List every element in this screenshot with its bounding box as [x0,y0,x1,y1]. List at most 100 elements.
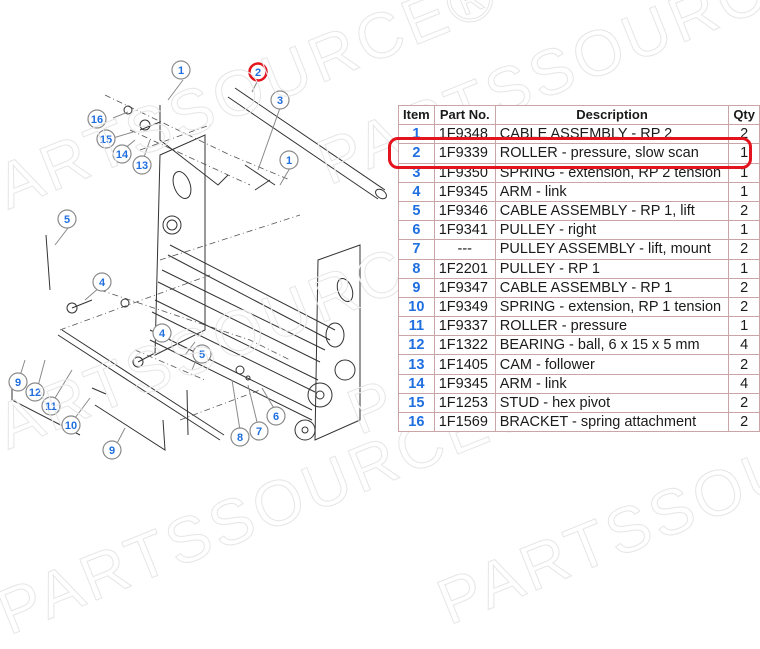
cell-description: ROLLER - pressure [494,316,730,337]
svg-text:14: 14 [116,149,129,161]
cell-description: SPRING - extension, RP 1 tension [494,296,730,318]
cell-part-no: 1F1405 [433,354,496,375]
table-row: 15 1F1253 STUD - hex pivot 2 [398,392,760,414]
cell-description: ARM - link [494,181,730,202]
cell-description: PULLEY - right [494,220,730,241]
cell-part-no: 1F2201 [433,258,496,279]
exploded-parts-diagram: 1 2 3 1 16 15 14 13 5 4 4 5 9 12 11 10 9… [8,60,387,460]
cell-description: BRACKET - spring attachment [494,411,730,433]
cell-item: 11 [398,316,435,337]
header-qty: Qty [728,104,760,126]
svg-text:13: 13 [136,160,148,172]
cell-part-no: 1F1322 [433,335,496,356]
cell-item: 6 [398,220,435,241]
callout-14: 14 [112,144,132,164]
callout-13: 13 [132,155,152,175]
table-header-row: Item Part No. Description Qty [398,104,760,126]
svg-text:1: 1 [286,155,292,167]
cell-item: 4 [398,181,435,202]
svg-text:11: 11 [45,401,57,413]
header-description: Description [494,104,730,126]
cell-item: 16 [398,411,435,433]
table-row: 6 1F9341 PULLEY - right 1 [398,220,760,241]
cell-part-no: 1F9346 [433,200,496,222]
cell-qty: 2 [728,200,760,222]
cell-description: CAM - follower [494,354,730,375]
callout-3: 3 [270,90,290,110]
roller-rails [149,244,336,421]
table-row: 16 1F1569 BRACKET - spring attachment 2 [398,411,760,433]
cell-part-no: 1F9345 [433,181,496,202]
roller-slow-scan [227,87,386,200]
table-row: 9 1F9347 CABLE ASSEMBLY - RP 12 [398,277,760,298]
cell-qty: 4 [728,335,760,356]
svg-text:16: 16 [91,114,103,126]
cell-description: CABLE ASSEMBLY - RP 1, lift [494,200,730,222]
callout-15: 15 [96,129,116,149]
header-item: Item [398,104,435,126]
cell-description: ARM - link [494,373,730,394]
callout-5: 5 [192,344,212,364]
cell-description: STUD - hex pivot [494,392,730,414]
callout-5: 5 [57,209,77,229]
cell-qty: 1 [728,181,760,202]
callout-2-highlighted: 2 [248,62,268,82]
cell-part-no: 1F9349 [433,296,496,318]
table-row: 12 1F1322 BEARING - ball, 6 x 15 x 5 mm 4 [398,335,760,356]
highlight-box-item-2 [388,137,752,169]
cell-part-no: 1F1253 [433,392,496,414]
svg-text:3: 3 [277,95,283,107]
cell-item: 9 [398,277,435,298]
callout-11: 11 [41,396,61,416]
cell-item: 8 [398,258,435,279]
svg-text:2: 2 [255,67,261,79]
cell-qty: 4 [728,373,760,394]
header-part-no: Part No. [433,104,496,126]
svg-text:6: 6 [273,411,279,423]
cell-item: 15 [398,392,435,414]
table-row: 14 1F9345 ARM - link 4 [398,373,760,394]
cell-qty: 2 [728,354,760,375]
table-row: 11 1F9337 ROLLER - pressure 1 [398,316,760,337]
cell-qty: 2 [728,392,760,414]
callout-1: 1 [279,150,299,170]
svg-text:4: 4 [159,328,166,340]
cell-qty: 2 [728,239,760,260]
cell-item: 7 [398,239,435,260]
cell-qty: 1 [728,220,760,241]
callout-16: 16 [87,109,107,129]
frame-right-plate [314,244,361,441]
cell-qty: 2 [728,411,760,433]
cell-description: CABLE ASSEMBLY - RP 1 [494,277,730,298]
cell-qty: 2 [728,296,760,318]
cell-part-no: 1F1569 [433,411,496,433]
frame-left-plate [154,134,206,356]
callout-1: 1 [171,60,191,80]
table-row: 7 --- PULLEY ASSEMBLY - lift, mount 2 [398,239,760,260]
callout-9: 9 [102,440,122,460]
callout-8: 8 [230,427,250,447]
cell-description: BEARING - ball, 6 x 15 x 5 mm [494,335,730,356]
table-row: 4 1F9345 ARM - link 1 [398,181,760,202]
callout-4: 4 [92,272,112,292]
svg-text:5: 5 [199,349,205,361]
svg-text:8: 8 [237,432,243,444]
cell-qty: 1 [728,258,760,279]
cell-qty: 1 [728,316,760,337]
cell-item: 12 [398,335,435,356]
svg-text:9: 9 [109,445,115,457]
cell-part-no: 1F9345 [433,373,496,394]
svg-text:12: 12 [29,387,41,399]
callout-6: 6 [266,406,286,426]
cell-item: 14 [398,373,435,394]
table-row: 5 1F9346 CABLE ASSEMBLY - RP 1, lift 2 [398,200,760,222]
svg-text:9: 9 [15,377,21,389]
callout-12: 12 [25,382,45,402]
svg-text:5: 5 [64,214,70,226]
cell-part-no: --- [433,239,496,260]
callout-7: 7 [249,421,269,441]
callout-10: 10 [61,415,81,435]
cell-part-no: 1F9341 [433,220,496,241]
cell-qty: 2 [728,277,760,298]
cell-part-no: 1F9347 [433,277,496,298]
